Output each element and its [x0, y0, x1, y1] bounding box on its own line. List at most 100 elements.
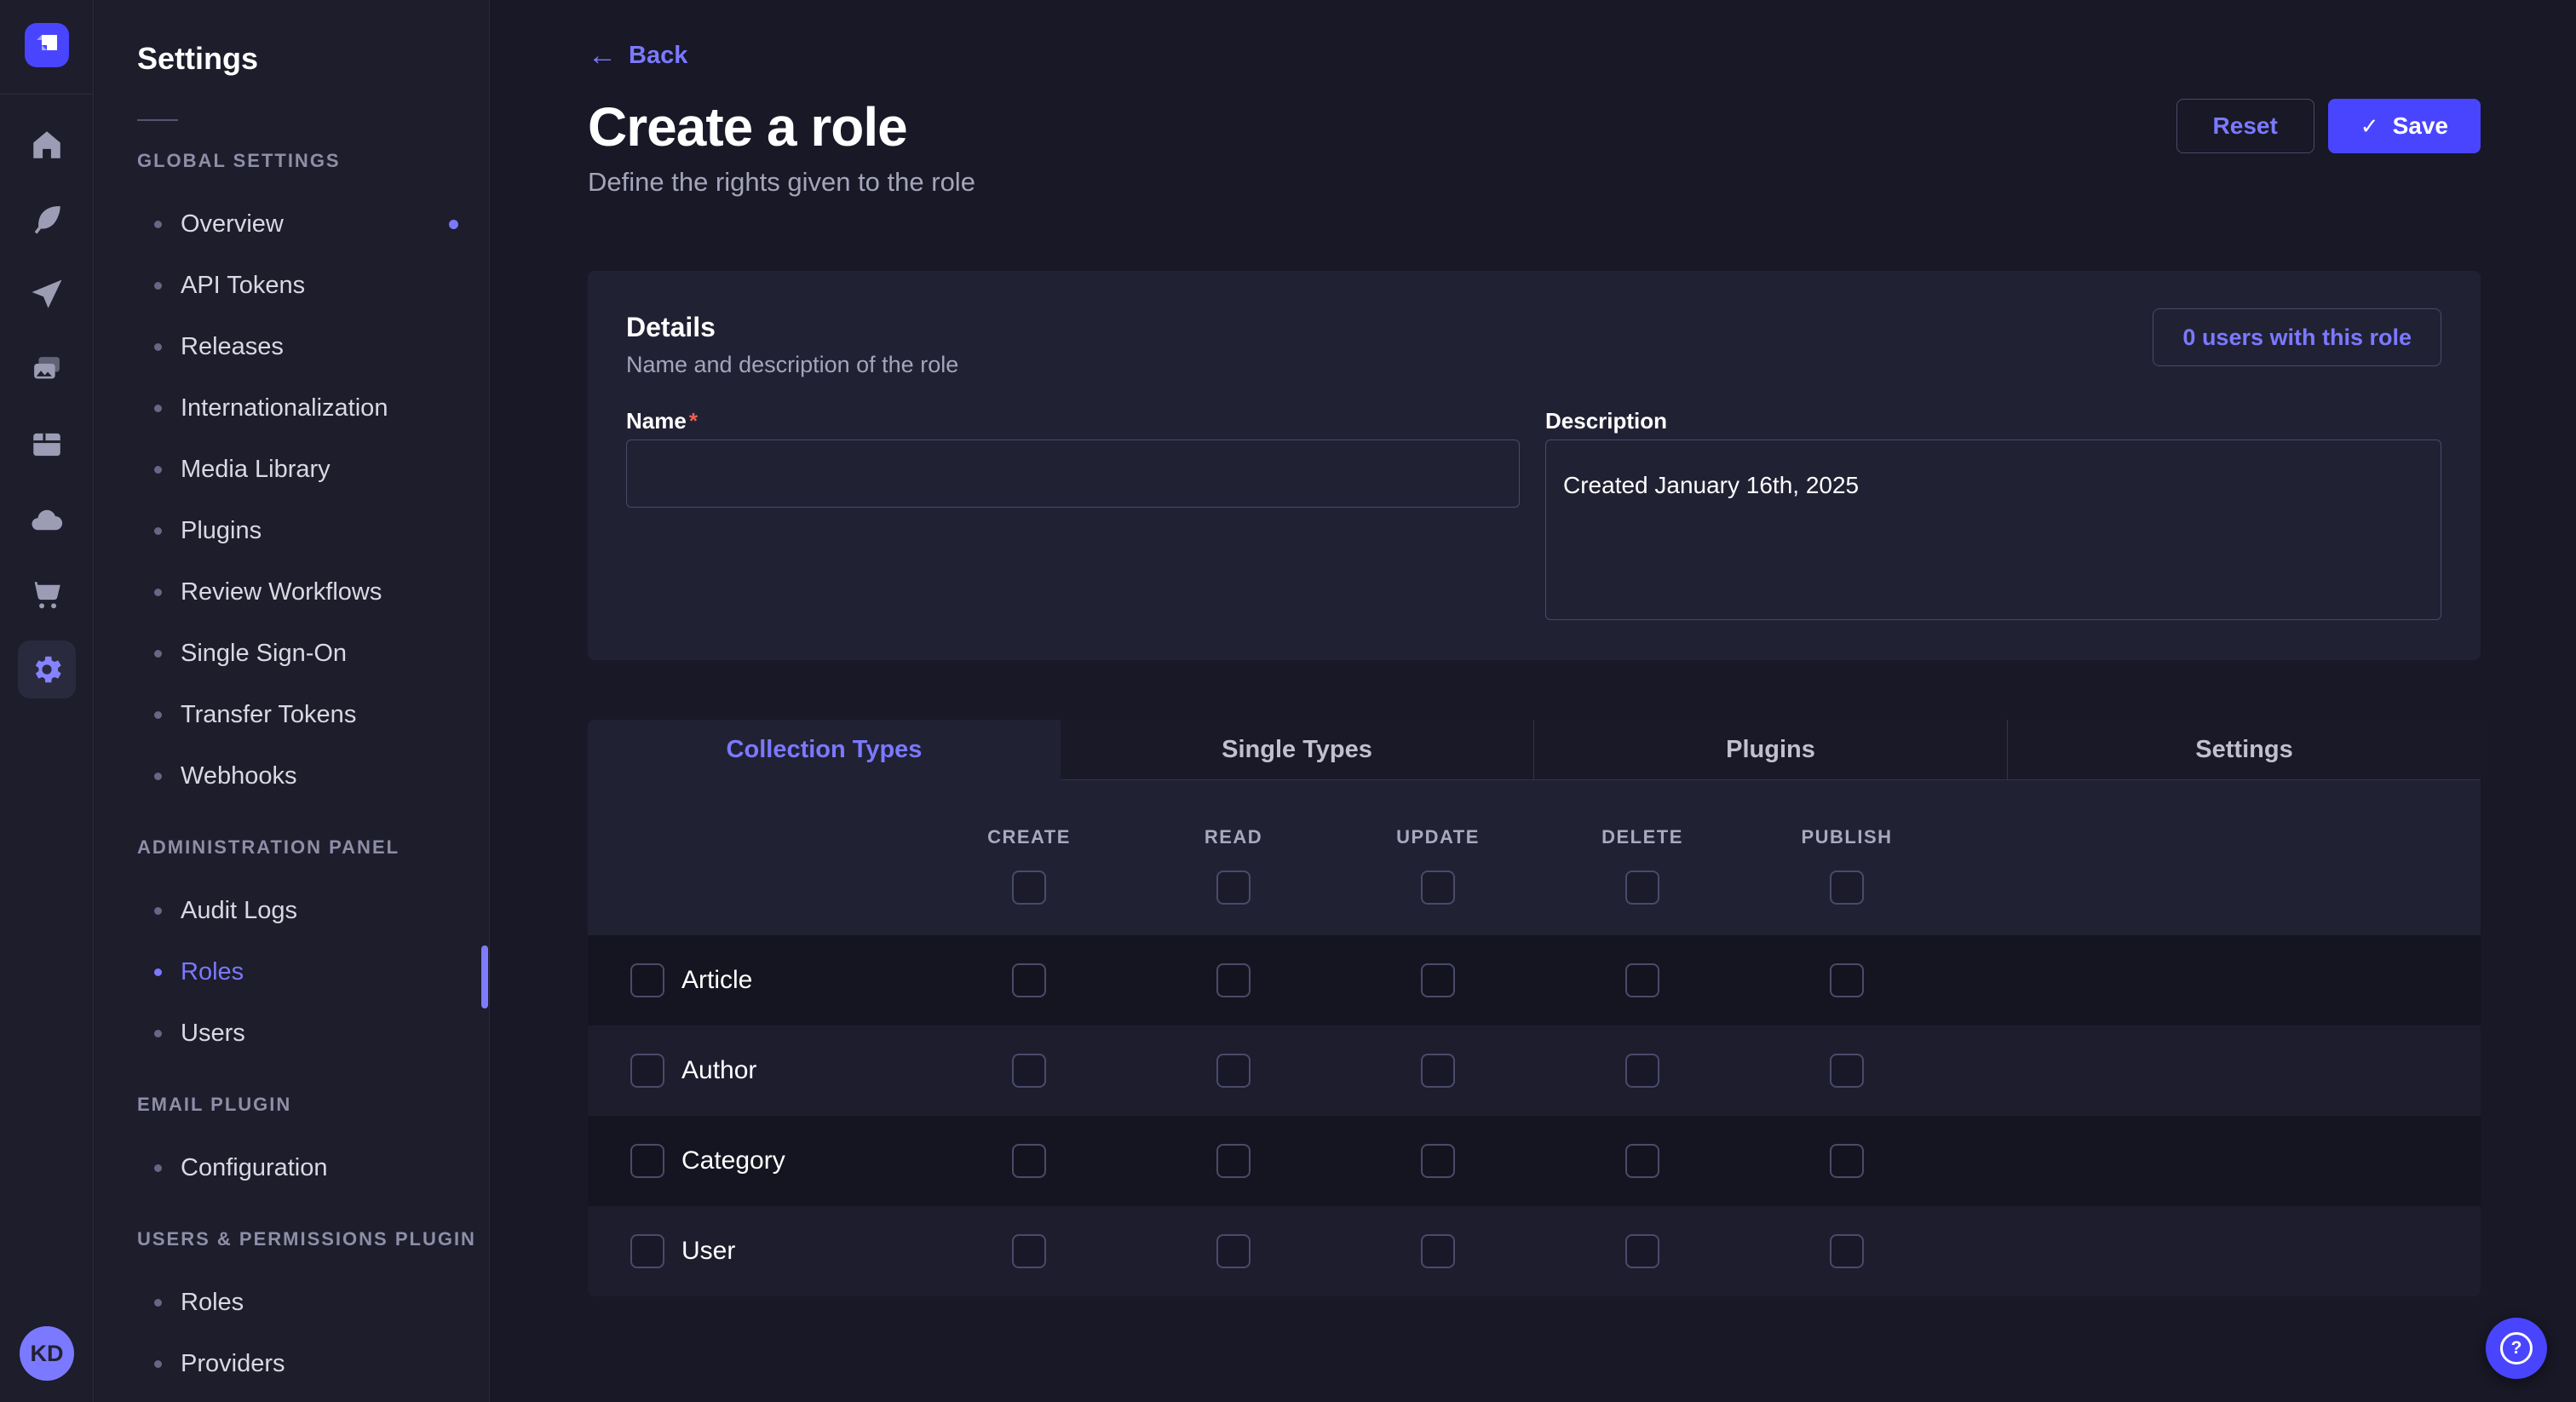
row-select-checkbox[interactable] [630, 1144, 664, 1178]
cloud-icon[interactable] [18, 491, 76, 549]
save-button[interactable]: ✓ Save [2328, 99, 2481, 153]
back-arrow-icon: ← [588, 41, 617, 70]
details-card: Details Name and description of the role… [588, 271, 2481, 660]
permission-checkbox[interactable] [1216, 1234, 1251, 1268]
settings-gear-icon[interactable] [18, 641, 76, 698]
role-name-input[interactable] [626, 440, 1520, 508]
media-icon[interactable] [18, 341, 76, 399]
permission-checkbox[interactable] [1830, 1234, 1864, 1268]
feather-icon[interactable] [18, 191, 76, 249]
page-title: Create a role [588, 95, 907, 158]
sidebar-item-releases[interactable]: Releases [95, 316, 489, 377]
sidebar-title: Settings [137, 41, 258, 77]
section-label: USERS & PERMISSIONS PLUGIN [95, 1219, 489, 1260]
permission-checkbox[interactable] [1830, 1144, 1864, 1178]
permission-checkbox[interactable] [1421, 1144, 1455, 1178]
permission-checkbox[interactable] [1012, 1054, 1046, 1088]
section-label: EMAIL PLUGIN [95, 1084, 489, 1125]
tab-collection-types[interactable]: Collection Types [588, 720, 1061, 780]
permission-checkbox[interactable] [1216, 1054, 1251, 1088]
sidebar-item-users[interactable]: Users [95, 1003, 489, 1064]
column-select-checkbox-delete[interactable] [1625, 871, 1659, 905]
header-actions: Reset ✓ Save [2176, 99, 2481, 153]
bullet-icon [154, 968, 162, 976]
permission-row-category: Category [588, 1116, 2481, 1206]
strapi-admin-app: KD Settings GLOBAL SETTINGS Overview API… [0, 0, 2576, 1402]
permission-checkbox[interactable] [1216, 963, 1251, 997]
sidebar-item-roles-up[interactable]: Roles [95, 1272, 489, 1333]
reset-button[interactable]: Reset [2176, 99, 2314, 153]
sidebar-item-configuration[interactable]: Configuration [95, 1137, 489, 1198]
bullet-icon [154, 221, 162, 228]
column-header-update: UPDATE [1336, 826, 1540, 848]
tab-settings[interactable]: Settings [2007, 720, 2481, 780]
row-select-checkbox[interactable] [630, 1234, 664, 1268]
section-label: ADMINISTRATION PANEL [95, 827, 489, 868]
users-with-role-button[interactable]: 0 users with this role [2153, 308, 2441, 366]
nav-section-global-settings: GLOBAL SETTINGS Overview API Tokens Rele… [95, 141, 489, 807]
column-select-checkbox-update[interactable] [1421, 871, 1455, 905]
strapi-logo-icon [25, 23, 69, 72]
permission-checkbox[interactable] [1421, 963, 1455, 997]
permission-checkbox[interactable] [1012, 1144, 1046, 1178]
role-description-textarea[interactable]: Created January 16th, 2025 [1545, 440, 2441, 620]
bullet-icon [154, 282, 162, 290]
permission-checkbox[interactable] [1625, 1054, 1659, 1088]
paper-plane-icon[interactable] [18, 266, 76, 324]
sidebar-scrollbar-thumb[interactable] [481, 945, 488, 1008]
sidebar-item-transfer-tokens[interactable]: Transfer Tokens [95, 684, 489, 745]
help-button[interactable]: ? [2486, 1318, 2547, 1379]
permission-checkbox[interactable] [1421, 1054, 1455, 1088]
permission-checkbox[interactable] [1012, 1234, 1046, 1268]
description-field-label: Description [1545, 407, 2441, 434]
settings-nav: GLOBAL SETTINGS Overview API Tokens Rele… [95, 141, 489, 1394]
permission-checkbox[interactable] [1421, 1234, 1455, 1268]
permission-row-article: Article [588, 935, 2481, 1026]
column-select-checkbox-create[interactable] [1012, 871, 1046, 905]
column-select-checkbox-publish[interactable] [1830, 871, 1864, 905]
cart-icon[interactable] [18, 566, 76, 623]
bullet-icon [154, 589, 162, 596]
row-select-checkbox[interactable] [630, 1054, 664, 1088]
sidebar-item-webhooks[interactable]: Webhooks [95, 745, 489, 807]
permission-checkbox[interactable] [1625, 1144, 1659, 1178]
bullet-icon [154, 405, 162, 412]
sidebar-item-audit-logs[interactable]: Audit Logs [95, 880, 489, 941]
bullet-icon [154, 1299, 162, 1307]
sidebar-item-api-tokens[interactable]: API Tokens [95, 255, 489, 316]
sidebar-item-review-workflows[interactable]: Review Workflows [95, 561, 489, 623]
back-link[interactable]: ← Back [588, 41, 687, 70]
row-select-checkbox[interactable] [630, 963, 664, 997]
permissions-table-header: CREATE READ UPDATE DELETE PUBLISH [588, 780, 2481, 935]
bullet-icon [154, 1030, 162, 1037]
sidebar-item-internationalization[interactable]: Internationalization [95, 377, 489, 439]
user-avatar[interactable]: KD [20, 1326, 74, 1381]
permission-checkbox[interactable] [1830, 1054, 1864, 1088]
permission-checkbox[interactable] [1830, 963, 1864, 997]
workspace-logo-button[interactable] [0, 0, 93, 95]
permission-checkbox[interactable] [1216, 1144, 1251, 1178]
permission-checkbox[interactable] [1625, 963, 1659, 997]
bullet-icon [154, 1164, 162, 1172]
bullet-icon [154, 650, 162, 658]
sidebar-item-single-sign-on[interactable]: Single Sign-On [95, 623, 489, 684]
bullet-icon [154, 907, 162, 915]
section-label: GLOBAL SETTINGS [95, 141, 489, 181]
tab-plugins[interactable]: Plugins [1533, 720, 2007, 780]
bullet-icon [154, 1360, 162, 1368]
sidebar-item-media-library[interactable]: Media Library [95, 439, 489, 500]
sidebar-item-plugins[interactable]: Plugins [95, 500, 489, 561]
bullet-icon [154, 527, 162, 535]
sidebar-item-overview[interactable]: Overview [95, 193, 489, 255]
permissions-panel: Collection Types Single Types Plugins Se… [588, 720, 2481, 1296]
sidebar-item-roles-admin[interactable]: Roles [95, 941, 489, 1003]
home-icon[interactable] [18, 116, 76, 174]
column-header-create: CREATE [927, 826, 1131, 848]
rail-icon-list [0, 95, 93, 698]
permission-checkbox[interactable] [1625, 1234, 1659, 1268]
tab-single-types[interactable]: Single Types [1061, 720, 1533, 780]
layout-icon[interactable] [18, 416, 76, 474]
permission-checkbox[interactable] [1012, 963, 1046, 997]
sidebar-item-providers[interactable]: Providers [95, 1333, 489, 1394]
column-select-checkbox-read[interactable] [1216, 871, 1251, 905]
